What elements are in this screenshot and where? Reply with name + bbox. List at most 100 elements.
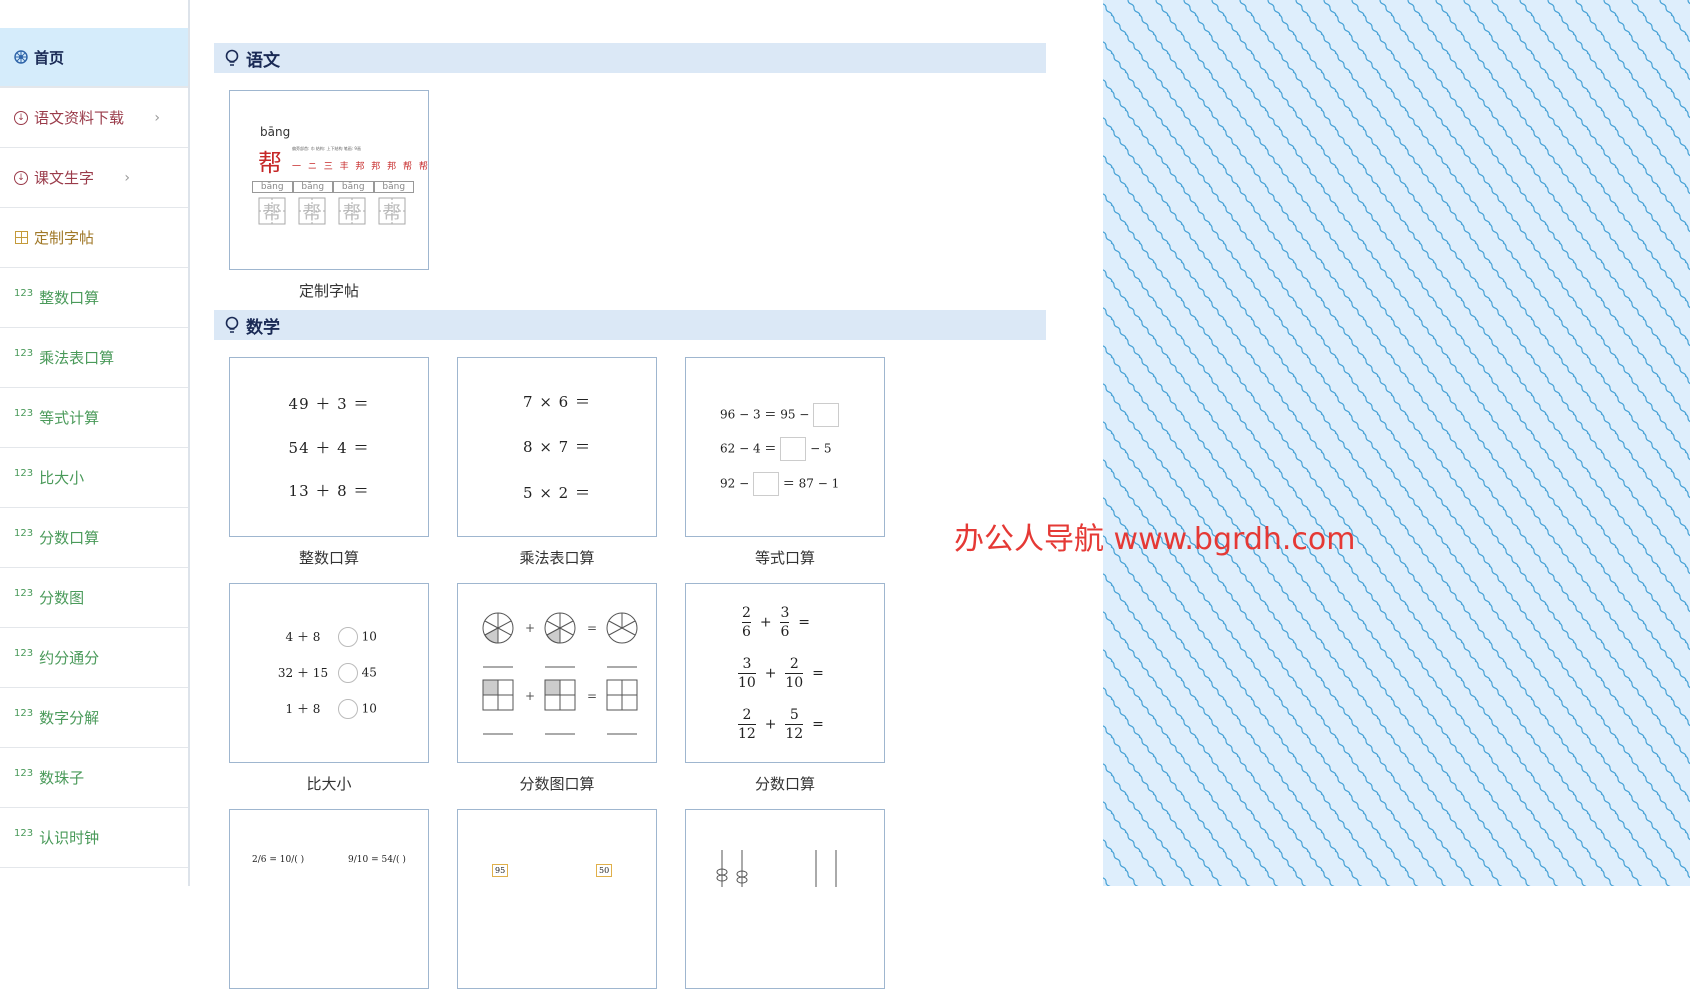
card-thumbnail[interactable]: 96 − 3 ＝ 95 − 62 − 4 ＝ − 5 92 − ＝ 87 − 1 [685,357,885,537]
sidebar-item-integer[interactable]: 123 整数口算 [0,268,188,328]
wave-stroke [1278,698,1295,720]
card-thumbnail[interactable]: + = + = [457,583,657,763]
wave-stroke [1194,698,1211,720]
wave-stroke [1362,128,1379,150]
card-thumbnail[interactable]: 49 ＋ 3 ＝ 54 ＋ 4 ＝ 13 ＋ 8 ＝ [229,357,429,537]
wave-stroke [1488,755,1505,777]
cell-pinyin: bāng [292,181,333,193]
wave-stroke [1488,717,1505,739]
wave-stroke [1474,660,1491,682]
card-equation[interactable]: 96 − 3 ＝ 95 − 62 − 4 ＝ − 5 92 − ＝ 87 − 1… [685,357,885,568]
wave-stroke [1194,356,1211,378]
wave-stroke [1390,242,1407,264]
wave-stroke [1586,812,1603,834]
card-fraction-pic[interactable]: + = + = 分数图口算 [457,583,657,794]
equation-line: 13 ＋ 8 ＝ [288,482,370,500]
wave-stroke [1180,223,1197,245]
card-integer[interactable]: 49 ＋ 3 ＝ 54 ＋ 4 ＝ 13 ＋ 8 ＝ 整数口算 [229,357,429,568]
wave-stroke [1320,489,1337,511]
sidebar-item-decompose[interactable]: 123 数字分解 [0,688,188,748]
wave-stroke [1572,413,1589,435]
wave-stroke [1446,812,1463,834]
wave-stroke [1558,622,1575,644]
wave-stroke [1572,71,1589,93]
wave-stroke [1250,356,1267,378]
card-thumbnail[interactable] [685,809,885,989]
card-thumbnail[interactable]: 26 + 36 = 3 10 + 2 10 = 2 12 + 5 12 = [685,583,885,763]
card-thumbnail[interactable]: 4 ＋ 8 10 32 ＋ 15 45 1 ＋ 8 10 [229,583,429,763]
wave-stroke [1390,52,1407,74]
sidebar-item-beads[interactable]: 123 数珠子 [0,748,188,808]
wave-stroke [1544,375,1561,397]
card-decompose[interactable]: 95 50 [457,809,657,989]
sidebar-item-equation[interactable]: 123 等式计算 [0,388,188,448]
card-compare[interactable]: 4 ＋ 8 10 32 ＋ 15 45 1 ＋ 8 10 比大小 [229,583,429,794]
wave-stroke [1110,622,1127,644]
wave-stroke [1278,204,1295,226]
card-beads[interactable] [685,809,885,989]
wave-stroke [1586,394,1603,416]
sidebar-item-clock[interactable]: 123 认识时钟 [0,808,188,868]
wave-stroke [1127,0,1141,17]
wave-stroke [1390,622,1407,644]
wave-stroke [1446,14,1463,36]
wave-stroke [1684,603,1690,613]
wave-stroke [1600,413,1617,435]
svg-text:帮: 帮 [263,203,281,224]
sidebar-item-fraction-pic[interactable]: 123 分数图 [0,568,188,628]
sidebar-item-multiply[interactable]: 123 乘法表口算 [0,328,188,388]
wave-stroke [1376,489,1393,511]
wave-stroke [1376,717,1393,739]
wave-stroke [1194,850,1211,872]
wave-stroke [1502,508,1519,530]
wave-stroke [1642,242,1659,264]
wave-stroke [1152,869,1169,891]
wave-stroke [1222,356,1239,378]
wave-stroke [1642,318,1659,340]
fraction-row: 2 12 + 5 12 = [738,707,824,742]
sidebar-item-copybook[interactable]: 定制字帖 [0,208,188,268]
tracing-cells: 帮 帮 帮 帮 [258,197,406,225]
wave-stroke [1572,869,1589,891]
wave-stroke [1250,432,1267,454]
wave-stroke [1530,318,1547,340]
sidebar-item-fraction[interactable]: 123 分数口算 [0,508,188,568]
wave-stroke [1656,489,1673,511]
wave-stroke [1096,109,1113,131]
wave-stroke [1628,869,1645,891]
wave-stroke [1530,508,1547,530]
sidebar-item-reduce[interactable]: 123 约分通分 [0,628,188,688]
card-thumbnail[interactable]: 95 50 [457,809,657,989]
sidebar-item-lesson-chars[interactable]: ↓ 课文生字 › [0,148,188,208]
wave-stroke [1124,147,1141,169]
wave-stroke [1264,33,1281,55]
wave-stroke [1110,166,1127,188]
wave-stroke [1516,565,1533,587]
wave-stroke [1614,204,1631,226]
sidebar-item-compare[interactable]: 123 比大小 [0,448,188,508]
card-thumbnail[interactable]: 2/6 = 10/( ) 9/10 = 54/( ) [229,809,429,989]
sidebar-item-home[interactable]: 首页 [0,28,188,88]
wave-stroke [1096,223,1113,245]
wave-stroke [1656,527,1673,549]
card-copybook[interactable]: bāng 帮 偏旁部首: 巾 结构: 上下结构 笔画: 9画 一 ニ 三 丰 邦… [229,90,429,301]
wave-stroke [1124,603,1141,625]
123-icon: 123 [14,588,34,599]
wave-stroke [1292,185,1309,207]
wave-stroke [1390,660,1407,682]
card-thumbnail[interactable]: bāng 帮 偏旁部首: 巾 结构: 上下结构 笔画: 9画 一 ニ 三 丰 邦… [229,90,429,270]
wave-stroke [1418,432,1435,454]
wave-stroke [1292,299,1309,321]
wave-stroke [1096,679,1113,701]
wave-stroke [1600,337,1617,359]
card-fraction[interactable]: 26 + 36 = 3 10 + 2 10 = 2 12 + 5 12 = 分数口算 [685,583,885,794]
card-thumbnail[interactable]: 7 × 6 ＝ 8 × 7 ＝ 5 × 2 ＝ [457,357,657,537]
wave-stroke [1096,451,1113,473]
wave-stroke [1460,717,1477,739]
sidebar-item-chinese-download[interactable]: ↓ 语文资料下载 › [0,88,188,148]
card-reduce[interactable]: 2/6 = 10/( ) 9/10 = 54/( ) [229,809,429,989]
wave-stroke [1656,717,1673,739]
wave-stroke [1320,679,1337,701]
card-multiply[interactable]: 7 × 6 ＝ 8 × 7 ＝ 5 × 2 ＝ 乘法表口算 [457,357,657,568]
wave-stroke [1474,622,1491,644]
